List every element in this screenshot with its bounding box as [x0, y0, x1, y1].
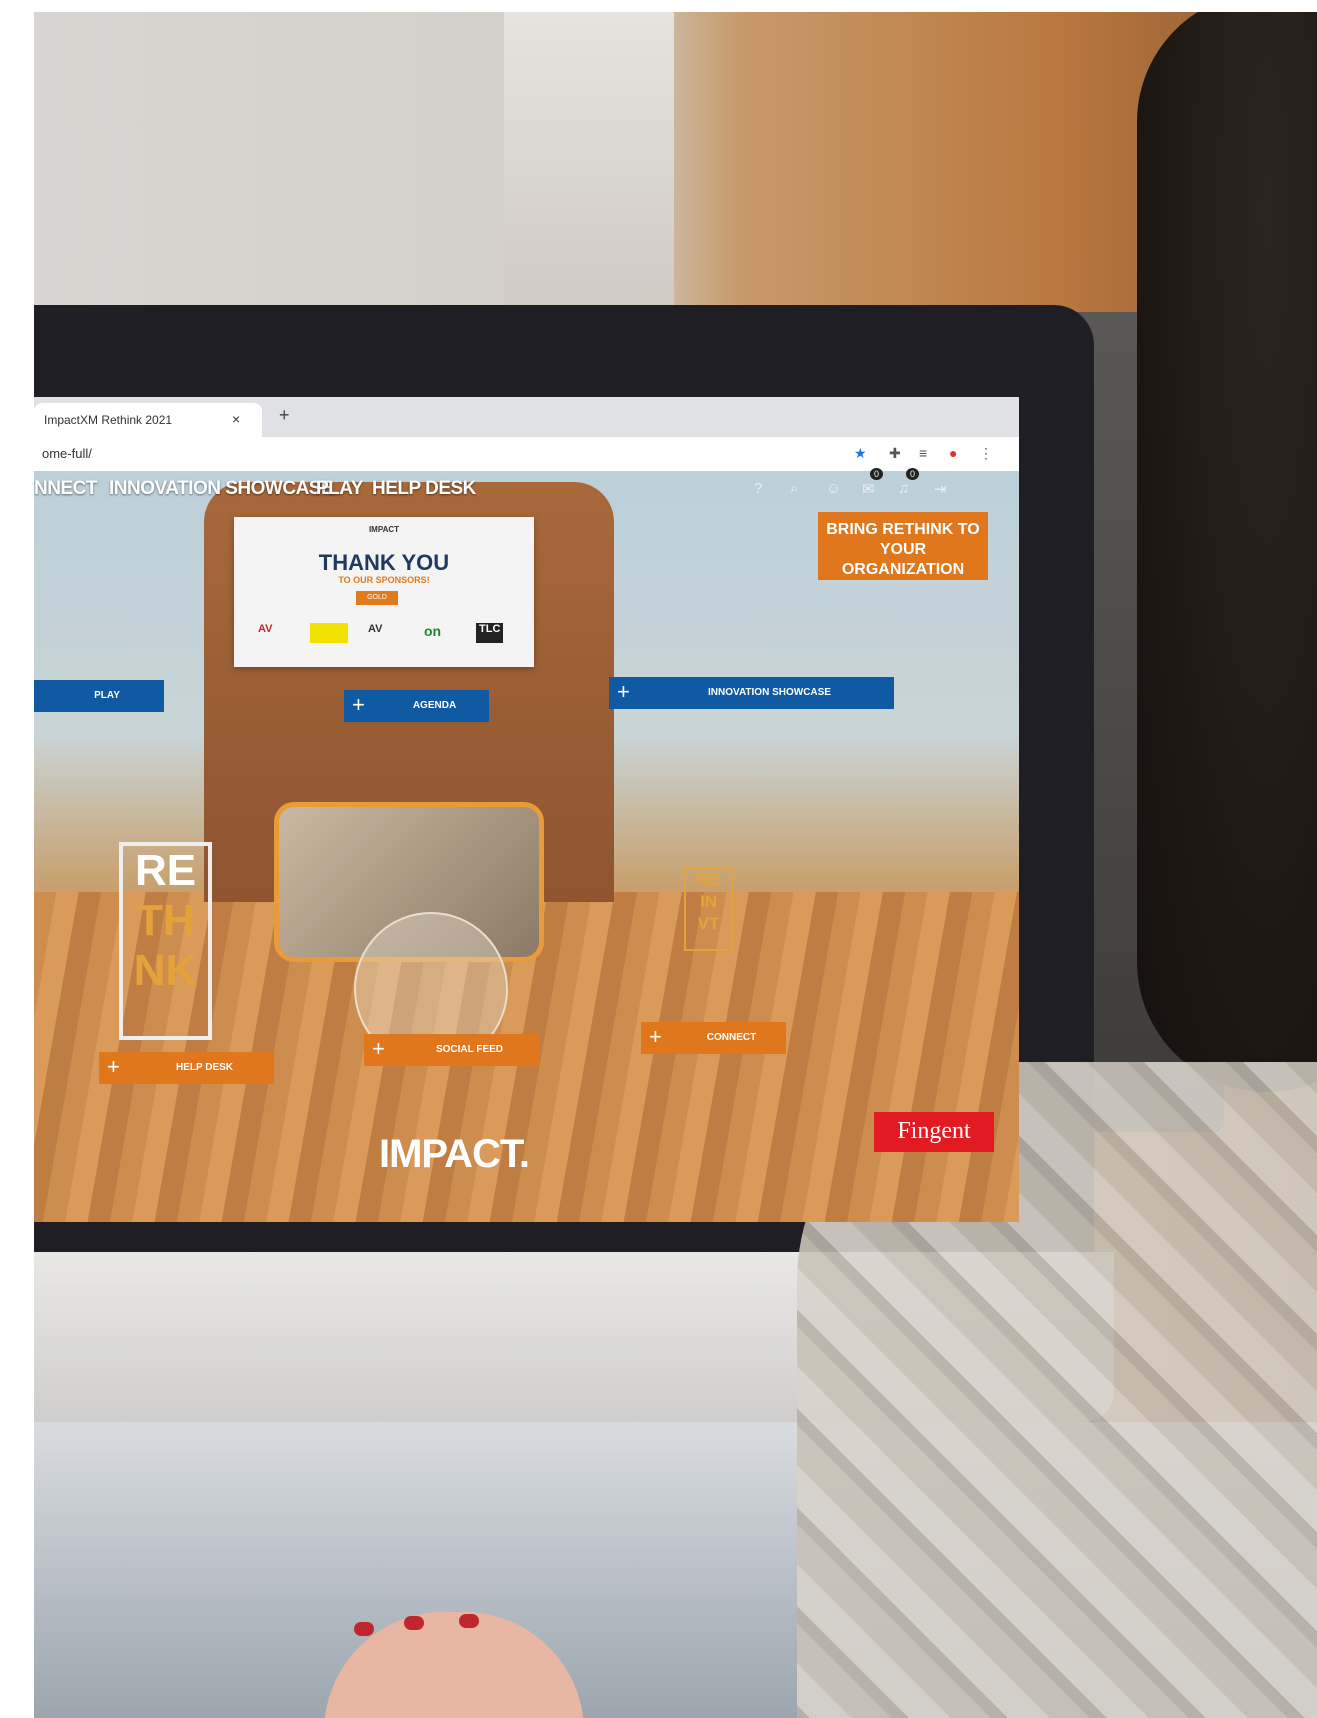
mail-icon[interactable]: ✉	[862, 480, 875, 498]
logout-icon[interactable]: ⇥	[934, 480, 947, 498]
sponsor-logos: AV AV on TLC	[248, 621, 518, 647]
person-head	[1137, 12, 1317, 1092]
impact-floor-logo: IMPACT.	[379, 1132, 530, 1176]
extensions-icon[interactable]: ✚	[889, 445, 901, 462]
bookmark-star-icon[interactable]: ★	[854, 445, 867, 462]
help-desk-hotspot[interactable]: + HELP DESK	[99, 1052, 274, 1084]
photo-background: ImpactXM Rethink 2021 × + ome-full/ ★ ✚ …	[34, 12, 1317, 1718]
bell-badge: 0	[906, 468, 920, 480]
sponsor-tier-badge: GOLD	[356, 591, 398, 605]
tab-title: ImpactXM Rethink 2021	[44, 413, 173, 427]
plus-icon: +	[352, 692, 365, 717]
reinvt-line: IN	[700, 892, 717, 911]
browser-tab-bar: ImpactXM Rethink 2021 × +	[34, 397, 1019, 437]
new-tab-button[interactable]: +	[279, 405, 290, 426]
nav-item-play[interactable]: PLAY	[316, 478, 363, 500]
hotspot-label: AGENDA	[412, 700, 457, 711]
agenda-hotspot[interactable]: + AGENDA	[344, 690, 489, 722]
address-text: ome-full/	[42, 446, 92, 461]
plus-icon: +	[649, 1024, 662, 1049]
reinvt-sign: RE IN VT	[684, 867, 733, 951]
monitor-screen: ImpactXM Rethink 2021 × + ome-full/ ★ ✚ …	[34, 397, 1019, 1222]
sponsor-board-subtitle: TO OUR SPONSORS!	[338, 575, 430, 585]
play-hotspot[interactable]: PLAY	[34, 680, 164, 712]
browser-tab[interactable]: ImpactXM Rethink 2021 ×	[34, 403, 262, 437]
fingernail	[459, 1614, 479, 1628]
more-menu-icon[interactable]: ⋮	[979, 445, 993, 462]
fingernail	[404, 1616, 424, 1630]
plus-icon: +	[372, 1036, 385, 1061]
profile-avatar-icon[interactable]: ●	[949, 445, 957, 461]
sponsor-board-brand: IMPACT	[368, 525, 400, 534]
sponsor-logo[interactable]: AV	[258, 623, 272, 643]
sponsor-logo[interactable]	[310, 623, 348, 643]
mail-badge: 0	[870, 468, 884, 480]
rethink-line: NK	[133, 946, 198, 995]
address-bar[interactable]: ome-full/ ★ ✚ ≡ ● ⋮	[34, 437, 1019, 472]
fingent-logo[interactable]: Fingent	[874, 1112, 994, 1152]
fingernail	[354, 1622, 374, 1636]
background-door	[504, 12, 674, 312]
sponsor-logo[interactable]: TLC	[476, 623, 504, 643]
sponsor-logo[interactable]: on	[424, 623, 441, 643]
rethink-line: RE	[134, 846, 197, 895]
sponsor-board-title: THANK YOU	[318, 550, 450, 575]
sponsor-board: IMPACT THANK YOU TO OUR SPONSORS! GOLD A…	[234, 517, 534, 667]
hotspot-label: SOCIAL FEED	[435, 1044, 504, 1055]
help-icon[interactable]: ?	[754, 480, 762, 497]
user-icon[interactable]: ☺	[826, 480, 841, 497]
virtual-lobby: NNECT INNOVATION SHOWCASE PLAY HELP DESK…	[34, 468, 1019, 1222]
reinvt-line: VT	[697, 914, 720, 933]
header-icons: ? ⌕ ☺ ✉ 0 ♫ 0 ⇥	[754, 468, 974, 506]
plus-icon: +	[107, 1054, 120, 1079]
reinvt-line: RE	[696, 870, 721, 889]
close-icon[interactable]: ×	[232, 411, 240, 427]
top-nav: NNECT INNOVATION SHOWCASE PLAY HELP DESK	[34, 474, 534, 504]
bring-rethink-button[interactable]: BRING RETHINK TO YOUR ORGANIZATION	[818, 512, 988, 580]
plus-icon: +	[617, 679, 630, 704]
hotspot-label: CONNECT	[706, 1032, 757, 1043]
sponsor-logo[interactable]: AV	[368, 623, 382, 643]
nav-item-help-desk[interactable]: HELP DESK	[372, 478, 476, 500]
social-feed-hotspot[interactable]: + SOCIAL FEED	[364, 1034, 539, 1066]
rethink-sign: RE TH NK	[119, 842, 212, 1040]
nav-item-innovation-showcase[interactable]: INNOVATION SHOWCASE	[109, 478, 334, 500]
connect-hotspot[interactable]: + CONNECT	[641, 1022, 786, 1054]
bell-icon[interactable]: ♫	[898, 480, 909, 497]
search-icon[interactable]: ⌕	[790, 480, 798, 497]
hotspot-label: HELP DESK	[175, 1062, 234, 1073]
hotspot-label: PLAY	[94, 690, 120, 701]
reading-list-icon[interactable]: ≡	[919, 445, 927, 461]
hotspot-label: INNOVATION SHOWCASE	[708, 687, 831, 698]
innovation-showcase-hotspot[interactable]: + INNOVATION SHOWCASE	[609, 677, 894, 709]
rethink-line: TH	[136, 896, 195, 945]
nav-item-connect[interactable]: NNECT	[34, 478, 97, 500]
